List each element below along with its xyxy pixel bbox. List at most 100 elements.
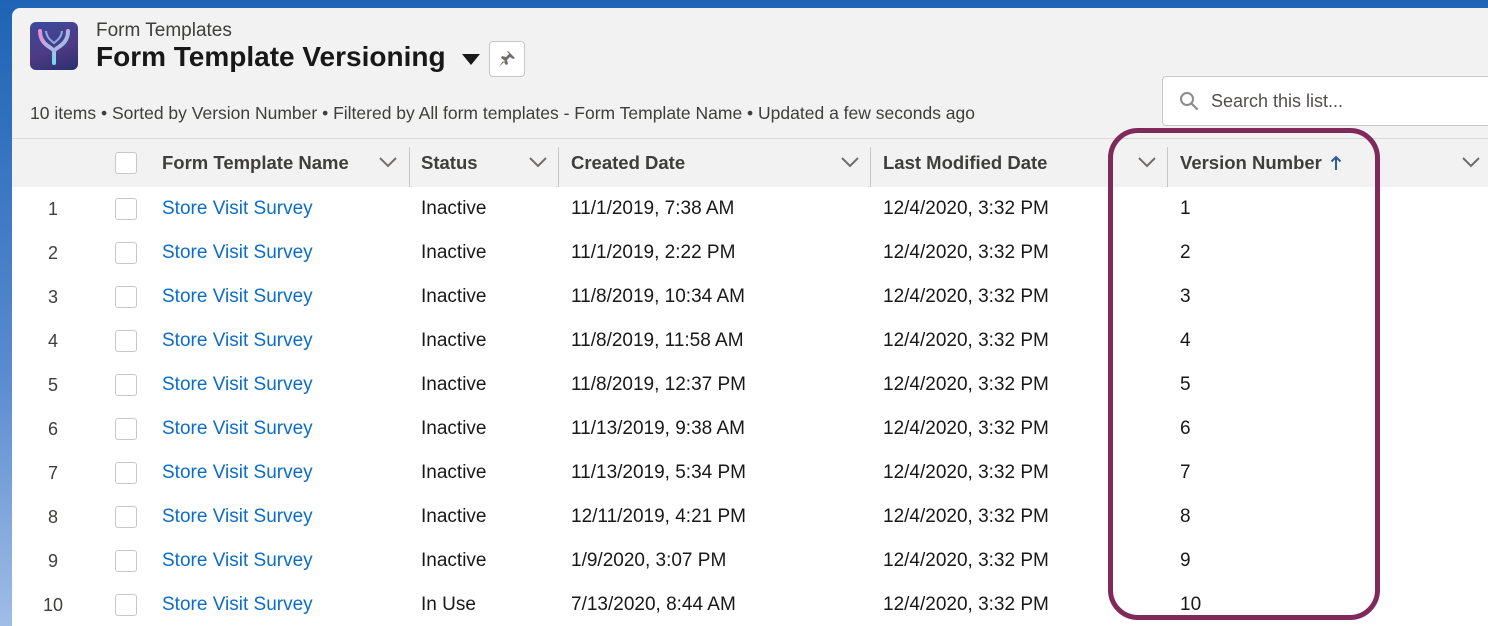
version-number-cell: 10 xyxy=(1180,594,1202,615)
created-date-cell: 1/9/2020, 3:07 PM xyxy=(571,550,727,571)
row-select-checkbox[interactable] xyxy=(115,242,137,264)
table-row: 4 Store Visit Survey Inactive 11/8/2019, 11… xyxy=(12,319,1488,364)
table-row: 2 Store Visit Survey Inactive 11/1/2019, 2:… xyxy=(12,231,1488,276)
created-date-cell: 11/1/2019, 7:38 AM xyxy=(571,198,735,219)
chevron-down-icon[interactable] xyxy=(840,155,860,169)
form-template-name-link[interactable]: Store Visit Survey xyxy=(162,363,313,407)
row-select-checkbox[interactable] xyxy=(115,462,137,484)
search-icon xyxy=(1179,91,1199,111)
table-row: 8 Store Visit Survey Inactive 12/11/2019, 4… xyxy=(12,495,1488,540)
row-select-checkbox[interactable] xyxy=(115,594,137,616)
row-select-cell xyxy=(115,495,137,539)
form-template-name-link[interactable]: Store Visit Survey xyxy=(162,451,313,495)
form-template-name-link[interactable]: Store Visit Survey xyxy=(162,275,313,319)
column-divider[interactable] xyxy=(1167,147,1168,187)
column-header-label: Version Number xyxy=(1180,152,1322,173)
status-cell: Inactive xyxy=(421,462,487,483)
column-header-created-date[interactable]: Created Date xyxy=(571,139,685,187)
row-select-cell xyxy=(115,451,137,495)
records-table: Form Template Name Status Created Date L… xyxy=(12,138,1488,626)
version-number-cell: 1 xyxy=(1180,198,1191,219)
status-cell: Inactive xyxy=(421,330,487,351)
version-number-cell: 9 xyxy=(1180,550,1191,571)
column-divider[interactable] xyxy=(409,147,410,187)
column-divider[interactable] xyxy=(870,147,871,187)
last-modified-date-cell: 12/4/2020, 3:32 PM xyxy=(883,462,1049,483)
chevron-down-icon[interactable] xyxy=(378,155,398,169)
row-select-cell xyxy=(115,583,137,626)
created-date-cell: 11/1/2019, 2:22 PM xyxy=(571,242,736,263)
search-list-box[interactable] xyxy=(1162,76,1488,126)
row-select-checkbox[interactable] xyxy=(115,506,137,528)
last-modified-date-cell: 12/4/2020, 3:32 PM xyxy=(883,374,1049,395)
list-view-selector[interactable]: Form Template Versioning xyxy=(96,41,480,73)
form-template-name-link[interactable]: Store Visit Survey xyxy=(162,407,313,451)
last-modified-date-cell: 12/4/2020, 3:32 PM xyxy=(883,198,1049,219)
status-cell: Inactive xyxy=(421,506,487,527)
form-template-name-link[interactable]: Store Visit Survey xyxy=(162,319,313,363)
column-header-label: Last Modified Date xyxy=(883,152,1048,173)
last-modified-date-cell: 12/4/2020, 3:32 PM xyxy=(883,594,1049,615)
form-template-name-link[interactable]: Store Visit Survey xyxy=(162,583,313,626)
status-cell: Inactive xyxy=(421,242,487,263)
row-number: 2 xyxy=(47,242,58,263)
search-input[interactable] xyxy=(1209,89,1483,113)
table-row: 9 Store Visit Survey Inactive 1/9/2020, 3:0… xyxy=(12,539,1488,584)
status-cell: Inactive xyxy=(421,418,487,439)
list-status-summary: 10 items • Sorted by Version Number • Fi… xyxy=(30,103,975,123)
table-row: 7 Store Visit Survey Inactive 11/13/2019, 5… xyxy=(12,451,1488,496)
table-row: 1 Store Visit Survey Inactive 11/1/2019, 7:… xyxy=(12,187,1488,232)
created-date-cell: 11/8/2019, 11:58 AM xyxy=(571,330,744,351)
version-number-cell: 2 xyxy=(1180,242,1191,263)
column-header-label: Created Date xyxy=(571,152,686,173)
column-header-status[interactable]: Status xyxy=(421,139,478,187)
caret-down-icon[interactable] xyxy=(461,53,480,65)
column-header-last-modified-date[interactable]: Last Modified Date xyxy=(883,139,1047,187)
form-template-name-link[interactable]: Store Visit Survey xyxy=(162,495,313,539)
version-number-cell: 7 xyxy=(1180,462,1191,483)
table-header: Form Template Name Status Created Date L… xyxy=(12,138,1488,188)
row-select-checkbox[interactable] xyxy=(115,550,137,572)
last-modified-date-cell: 12/4/2020, 3:32 PM xyxy=(883,286,1049,307)
last-modified-date-cell: 12/4/2020, 3:32 PM xyxy=(883,550,1049,571)
form-template-name-link[interactable]: Store Visit Survey xyxy=(162,539,313,583)
column-header-form-template-name[interactable]: Form Template Name xyxy=(162,139,349,187)
pin-list-button[interactable] xyxy=(489,41,525,77)
row-number: 5 xyxy=(47,374,58,395)
created-date-cell: 7/13/2020, 8:44 AM xyxy=(571,594,736,615)
table-row: 6 Store Visit Survey Inactive 11/13/2019, 9… xyxy=(12,407,1488,452)
column-divider[interactable] xyxy=(558,147,559,187)
chevron-down-icon[interactable] xyxy=(528,155,548,169)
created-date-cell: 11/8/2019, 12:37 PM xyxy=(571,374,746,395)
created-date-cell: 12/11/2019, 4:21 PM xyxy=(571,506,746,527)
row-number: 6 xyxy=(47,418,58,439)
created-date-cell: 11/13/2019, 9:38 AM xyxy=(571,418,745,439)
form-template-name-link[interactable]: Store Visit Survey xyxy=(162,187,313,231)
table-row: 10 Store Visit Survey In Use 7/13/2020, 8:4… xyxy=(12,583,1488,626)
form-template-name-link[interactable]: Store Visit Survey xyxy=(162,231,313,275)
version-number-cell: 8 xyxy=(1180,506,1191,527)
chevron-down-icon[interactable] xyxy=(1137,155,1157,169)
status-cell: Inactive xyxy=(421,198,487,219)
version-number-cell: 5 xyxy=(1180,374,1191,395)
row-number: 9 xyxy=(47,550,58,571)
column-header-version-number[interactable]: Version Number xyxy=(1180,139,1342,187)
row-number: 10 xyxy=(42,594,64,615)
row-select-cell xyxy=(115,231,137,275)
created-date-cell: 11/13/2019, 5:34 PM xyxy=(571,462,746,483)
row-select-checkbox[interactable] xyxy=(115,418,137,440)
row-number: 3 xyxy=(47,286,58,307)
select-all-checkbox-cell xyxy=(115,139,137,187)
row-select-cell xyxy=(115,319,137,363)
row-select-checkbox[interactable] xyxy=(115,198,137,220)
row-select-cell xyxy=(115,363,137,407)
row-number: 7 xyxy=(47,462,58,483)
row-select-checkbox[interactable] xyxy=(115,374,137,396)
chevron-down-icon[interactable] xyxy=(1461,155,1481,169)
row-select-checkbox[interactable] xyxy=(115,286,137,308)
column-header-label: Status xyxy=(421,152,478,173)
last-modified-date-cell: 12/4/2020, 3:32 PM xyxy=(883,330,1049,351)
status-cell: In Use xyxy=(421,594,476,615)
row-select-checkbox[interactable] xyxy=(115,330,137,352)
select-all-checkbox[interactable] xyxy=(115,152,137,174)
